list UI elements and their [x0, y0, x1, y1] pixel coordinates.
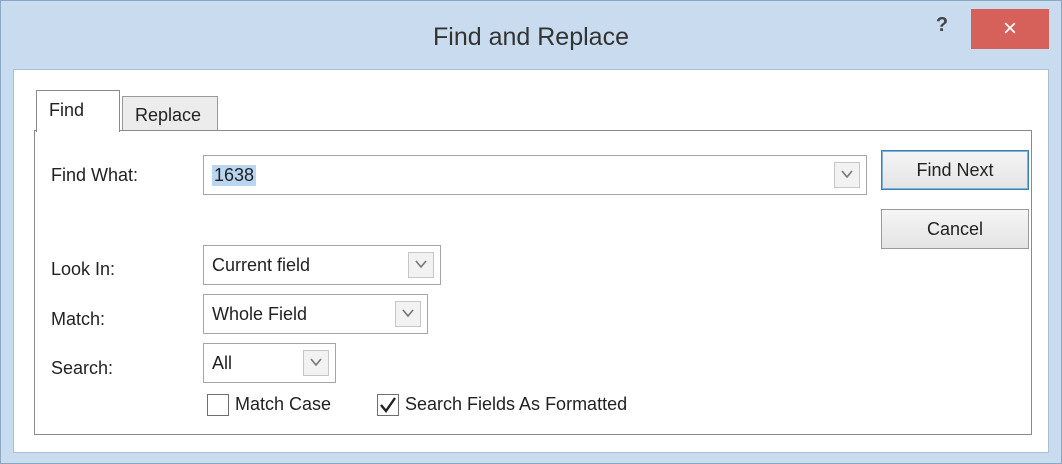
- cancel-button[interactable]: Cancel: [881, 209, 1029, 249]
- search-dropdown-button[interactable]: [303, 350, 329, 376]
- look-in-label: Look In:: [51, 259, 116, 279]
- title-bar[interactable]: Find and Replace ? ×: [1, 1, 1061, 77]
- tab-find[interactable]: Find: [36, 90, 120, 132]
- find-what-combobox[interactable]: 1638: [203, 155, 867, 195]
- checkmark-icon: [380, 397, 396, 413]
- search-label: Search:: [51, 358, 114, 378]
- dialog-client-area: Find Replace Find What: 1638 Find Next C…: [13, 69, 1049, 453]
- match-value: Whole Field: [212, 304, 308, 324]
- find-next-button[interactable]: Find Next: [881, 150, 1029, 190]
- search-combobox[interactable]: All: [203, 343, 336, 383]
- close-icon: ×: [1002, 15, 1017, 42]
- search-formatted-checkbox[interactable]: [377, 394, 399, 416]
- match-combobox[interactable]: Whole Field: [203, 294, 428, 334]
- match-case-checkbox[interactable]: [207, 394, 229, 416]
- tab-replace[interactable]: Replace: [122, 96, 218, 132]
- search-formatted-label[interactable]: Search Fields As Formatted: [405, 394, 627, 415]
- look-in-dropdown-button[interactable]: [408, 252, 434, 278]
- close-button[interactable]: ×: [971, 9, 1049, 49]
- match-label: Match:: [51, 309, 106, 329]
- chevron-down-icon: [402, 309, 414, 318]
- chevron-down-icon: [415, 260, 427, 269]
- find-what-label: Find What:: [51, 165, 139, 185]
- chevron-down-icon: [310, 358, 322, 367]
- match-dropdown-button[interactable]: [395, 301, 421, 327]
- find-what-value[interactable]: 1638: [212, 165, 257, 186]
- look-in-combobox[interactable]: Current field: [203, 245, 441, 285]
- find-replace-dialog: Find and Replace ? × Find Replace Find W…: [0, 0, 1062, 464]
- chevron-down-icon: [841, 170, 853, 179]
- dialog-title: Find and Replace: [433, 23, 629, 51]
- search-value: All: [212, 353, 233, 373]
- find-tab-panel: Find What: 1638 Find Next Cancel Look In…: [34, 130, 1032, 435]
- match-case-label[interactable]: Match Case: [235, 394, 331, 415]
- find-what-dropdown-button[interactable]: [834, 162, 860, 188]
- look-in-value: Current field: [212, 255, 311, 275]
- help-button[interactable]: ?: [921, 9, 963, 41]
